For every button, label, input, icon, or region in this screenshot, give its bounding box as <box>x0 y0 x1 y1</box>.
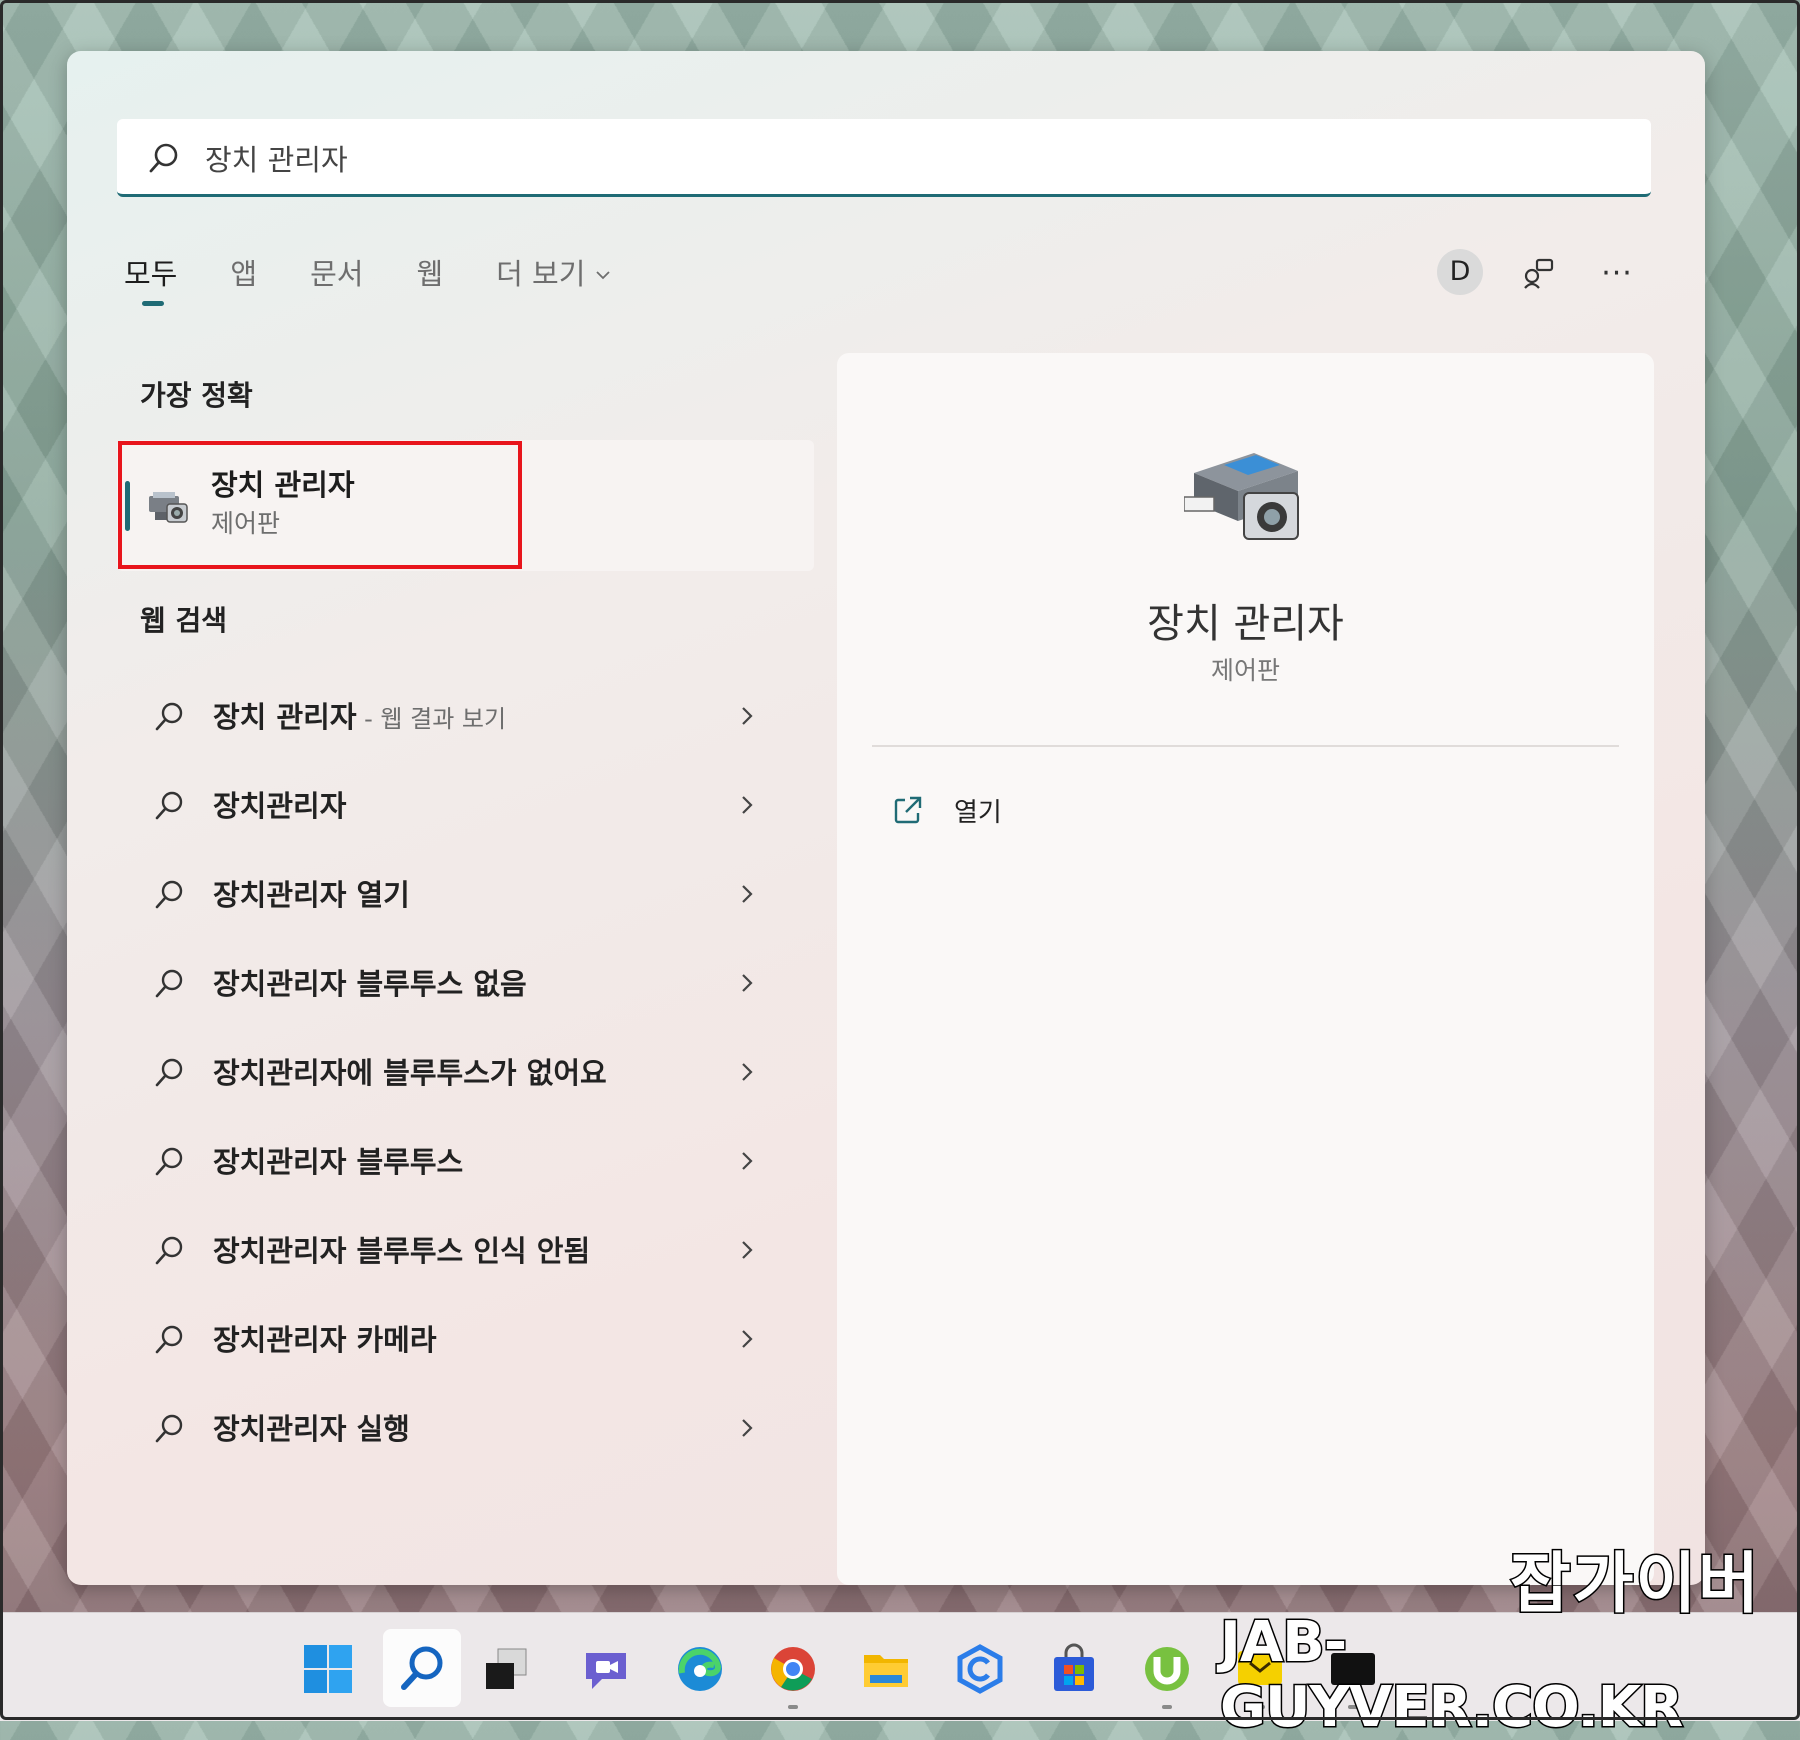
search-icon <box>155 969 183 998</box>
chevron-right-icon <box>742 1330 753 1348</box>
utorrent-icon[interactable] <box>1139 1641 1195 1697</box>
web-result-item[interactable]: 장치관리자 실행 <box>117 1383 814 1472</box>
search-icon <box>149 143 178 173</box>
tab-all[interactable]: 모두 <box>124 251 177 306</box>
best-match-title: 장치 관리자 <box>211 468 355 502</box>
web-result-text: 장치관리자 열기 <box>213 878 410 912</box>
web-search-list: 장치 관리자 - 웹 결과 보기 장치관리자 장치관리자 열기 장치관리자 블루… <box>117 671 814 1472</box>
open-label: 열기 <box>954 797 1002 828</box>
device-manager-large-icon <box>1184 453 1299 540</box>
filter-tabs: 모두 앱 문서 웹 더 보기 <box>124 251 664 306</box>
chevron-right-icon <box>742 707 753 725</box>
chat-icon[interactable] <box>578 1641 634 1697</box>
best-match-result[interactable]: 장치 관리자 제어판 <box>117 440 814 571</box>
chrome-icon[interactable] <box>765 1641 821 1697</box>
web-result-text: 장치관리자 블루투스 없음 <box>213 967 527 1001</box>
web-result-item[interactable]: 장치관리자 블루투스 인식 안됨 <box>117 1205 814 1294</box>
edge-icon[interactable] <box>672 1641 728 1697</box>
open-action[interactable]: 열기 <box>892 785 1002 835</box>
account-avatar[interactable]: D <box>1437 249 1483 295</box>
web-result-text: 장치관리자 블루투스 인식 안됨 <box>213 1234 591 1268</box>
tab-apps[interactable]: 앱 <box>230 251 257 293</box>
web-result-text: 장치관리자 실행 <box>213 1412 410 1446</box>
divider <box>872 745 1619 747</box>
app-icon[interactable] <box>952 1641 1008 1697</box>
search-icon <box>155 880 183 909</box>
watermark-url: JAB-GUYVER.CO.KR <box>1219 1609 1685 1740</box>
web-result-text: 장치관리자 <box>213 789 347 823</box>
running-indicator <box>1162 1705 1172 1709</box>
file-explorer-icon[interactable] <box>858 1641 914 1697</box>
best-match-subtitle: 제어판 <box>211 509 281 538</box>
web-result-item[interactable]: 장치관리자 블루투스 없음 <box>117 938 814 1027</box>
chevron-right-icon <box>742 796 753 814</box>
start-search-panel: 모두 앱 문서 웹 더 보기 D ··· 가장 정확 장치 관리자 <box>67 51 1705 1585</box>
search-icon <box>155 1414 183 1443</box>
web-result-text: 장치관리자 카메라 <box>213 1323 437 1357</box>
selection-indicator <box>125 481 130 531</box>
more-options-button[interactable]: ··· <box>1595 251 1639 295</box>
connections-icon <box>1524 258 1554 289</box>
search-icon <box>155 1058 183 1087</box>
search-icon[interactable] <box>383 1629 461 1707</box>
web-result-item[interactable]: 장치 관리자 - 웹 결과 보기 <box>117 671 814 760</box>
web-result-text: 장치관리자 블루투스 <box>213 1145 464 1179</box>
device-manager-icon <box>149 492 188 523</box>
search-icon <box>155 1147 183 1176</box>
detail-pane: 장치 관리자 제어판 열기 <box>837 353 1654 1585</box>
connections-button[interactable] <box>1517 251 1561 295</box>
search-box[interactable] <box>117 119 1651 197</box>
web-result-text: 장치관리자에 블루투스가 없어요 <box>213 1056 607 1090</box>
web-result-text: 장치 관리자 - 웹 결과 보기 <box>213 700 507 734</box>
search-icon <box>155 1325 183 1354</box>
web-result-item[interactable]: 장치관리자 열기 <box>117 849 814 938</box>
web-search-heading: 웹 검색 <box>140 604 228 637</box>
tab-more[interactable]: 더 보기 <box>496 251 611 293</box>
chevron-right-icon <box>742 1241 753 1259</box>
web-result-item[interactable]: 장치관리자 <box>117 760 814 849</box>
chevron-right-icon <box>742 1419 753 1437</box>
chevron-right-icon <box>742 1063 753 1081</box>
store-icon[interactable] <box>1046 1641 1102 1697</box>
tab-documents[interactable]: 문서 <box>310 251 363 293</box>
search-icon <box>155 791 183 820</box>
search-icon <box>155 702 183 731</box>
chevron-right-icon <box>742 1152 753 1170</box>
windows-start-icon[interactable] <box>300 1641 356 1697</box>
chevron-right-icon <box>742 974 753 992</box>
open-external-icon <box>894 796 922 824</box>
detail-title: 장치 관리자 <box>1147 601 1344 647</box>
search-input[interactable] <box>203 135 1607 181</box>
more-icon: ··· <box>1601 255 1633 291</box>
web-result-item[interactable]: 장치관리자 블루투스 <box>117 1116 814 1205</box>
search-icon <box>155 1236 183 1265</box>
best-match-heading: 가장 정확 <box>140 379 253 412</box>
tab-web[interactable]: 웹 <box>416 251 443 293</box>
web-result-item[interactable]: 장치관리자에 블루투스가 없어요 <box>117 1027 814 1116</box>
detail-subtitle: 제어판 <box>1210 656 1280 685</box>
web-result-item[interactable]: 장치관리자 카메라 <box>117 1294 814 1383</box>
running-indicator <box>788 1705 798 1709</box>
task-view-icon[interactable] <box>478 1641 534 1697</box>
chevron-right-icon <box>742 885 753 903</box>
chevron-down-icon <box>596 271 611 280</box>
